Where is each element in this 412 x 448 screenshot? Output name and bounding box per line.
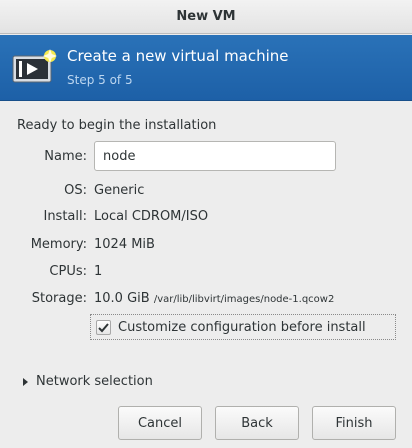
expander-arrow-icon [23, 377, 28, 386]
network-selection-expander[interactable]: Network selection [23, 374, 153, 389]
memory-label: Memory: [30, 237, 87, 252]
name-input[interactable] [94, 141, 336, 171]
cpus-label: CPUs: [49, 264, 87, 279]
name-label: Name: [44, 149, 87, 164]
header-title: Create a new virtual machine [67, 47, 289, 65]
storage-label: Storage: [31, 291, 87, 306]
storage-size: 10.0 GiB [94, 291, 150, 306]
network-selection-label: Network selection [36, 374, 153, 389]
storage-value-row: 10.0 GiB /var/lib/libvirt/images/node-1.… [94, 291, 334, 306]
new-vm-icon [12, 49, 57, 83]
summary-heading: Ready to begin the installation [17, 118, 217, 133]
install-label: Install: [43, 209, 87, 224]
customize-checkbox[interactable] [96, 319, 111, 335]
memory-value: 1024 MiB [94, 237, 155, 252]
os-label: OS: [64, 183, 87, 198]
cancel-button[interactable]: Cancel [118, 406, 202, 440]
header-step: Step 5 of 5 [67, 73, 133, 87]
install-value: Local CDROM/ISO [94, 209, 209, 224]
customize-label: Customize configuration before install [118, 319, 366, 335]
storage-path: /var/lib/libvirt/images/node-1.qcow2 [153, 294, 335, 305]
cpus-value: 1 [94, 264, 103, 279]
checkmark-icon [98, 322, 109, 332]
title-bar: New VM [0, 0, 412, 34]
os-value: Generic [94, 183, 145, 198]
wizard-header: Create a new virtual machine Step 5 of 5 [0, 35, 412, 101]
customize-checkbox-row[interactable]: Customize configuration before install [90, 314, 396, 340]
finish-button[interactable]: Finish [312, 406, 396, 440]
wizard-content: Ready to begin the installation Name: OS… [0, 102, 412, 448]
window-title: New VM [176, 9, 236, 24]
back-button[interactable]: Back [215, 406, 299, 440]
